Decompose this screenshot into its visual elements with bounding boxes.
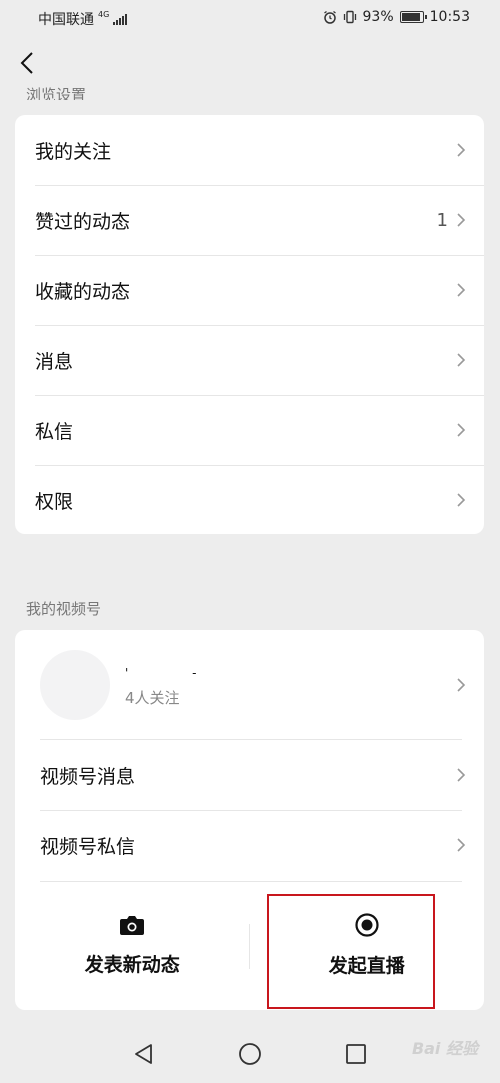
row-liked-posts[interactable]: 赞过的动态 1 bbox=[15, 185, 484, 255]
channel-name: ' - bbox=[125, 666, 227, 680]
channel-profile-row[interactable]: ' - 4人关注 bbox=[15, 630, 484, 740]
signal-icon bbox=[113, 13, 128, 25]
chevron-right-icon bbox=[457, 423, 466, 437]
post-new-label: 发表新动态 bbox=[84, 954, 180, 976]
row-channel-private-messages[interactable]: 视频号私信 bbox=[15, 810, 484, 880]
chevron-right-icon bbox=[457, 283, 466, 297]
camera-icon bbox=[120, 916, 145, 935]
chevron-right-icon bbox=[457, 213, 466, 227]
row-label: 消息 bbox=[35, 350, 74, 373]
row-permissions[interactable]: 权限 bbox=[15, 465, 484, 535]
chevron-right-icon bbox=[457, 353, 466, 367]
carrier-name: 中国联通 bbox=[38, 12, 94, 28]
chevron-right-icon bbox=[457, 768, 466, 782]
row-channel-messages[interactable]: 视频号消息 bbox=[15, 740, 484, 810]
alarm-icon bbox=[323, 10, 336, 24]
watermark: Bai 经验 bbox=[411, 1039, 478, 1058]
clock: 10:53 bbox=[429, 9, 470, 25]
liked-count: 1 bbox=[436, 209, 448, 231]
my-channels-title: 我的视频号 bbox=[26, 600, 102, 618]
back-button[interactable] bbox=[12, 46, 42, 80]
back-arrow-icon bbox=[20, 52, 33, 74]
chevron-right-icon bbox=[457, 493, 466, 507]
browse-settings-title: 浏览设置 bbox=[26, 86, 87, 100]
highlight-annotation bbox=[267, 894, 435, 1009]
nav-back-button[interactable] bbox=[129, 1039, 159, 1069]
row-messages[interactable]: 消息 bbox=[15, 325, 484, 395]
circle-home-icon bbox=[239, 1043, 261, 1065]
chevron-right-icon bbox=[457, 838, 466, 852]
avatar bbox=[40, 650, 110, 720]
square-recents-icon bbox=[346, 1044, 366, 1064]
row-label: 视频号私信 bbox=[40, 835, 136, 858]
row-favorited-posts[interactable]: 收藏的动态 bbox=[15, 255, 484, 325]
triangle-back-icon bbox=[135, 1044, 152, 1064]
chevron-right-icon bbox=[457, 143, 466, 157]
row-label: 私信 bbox=[35, 420, 74, 443]
row-label: 视频号消息 bbox=[40, 765, 136, 788]
battery-fill bbox=[401, 13, 421, 21]
network-type: 4G bbox=[98, 10, 110, 19]
status-bar: 中国联通 4G 93% 10:53 bbox=[0, 0, 500, 36]
nav-home-button[interactable] bbox=[235, 1039, 265, 1069]
nav-recents-button[interactable] bbox=[341, 1039, 371, 1069]
row-private-messages[interactable]: 私信 bbox=[15, 395, 484, 465]
system-nav-bar: Bai 经验 bbox=[0, 1023, 500, 1083]
follower-count: 4人关注 bbox=[125, 689, 180, 707]
chevron-right-icon bbox=[457, 678, 466, 692]
row-label: 我的关注 bbox=[35, 140, 112, 163]
post-new-button[interactable]: 发表新动态 bbox=[15, 881, 250, 1010]
row-label: 权限 bbox=[35, 490, 74, 513]
browse-settings-card: 我的关注 赞过的动态 1 收藏的动态 消息 私信 权限 bbox=[15, 115, 484, 534]
row-label: 收藏的动态 bbox=[35, 280, 131, 303]
battery-icon bbox=[399, 11, 427, 23]
row-label: 赞过的动态 bbox=[35, 210, 131, 233]
vibrate-icon bbox=[343, 10, 356, 24]
row-my-follows[interactable]: 我的关注 bbox=[15, 115, 484, 185]
battery-percent: 93% bbox=[362, 9, 394, 25]
